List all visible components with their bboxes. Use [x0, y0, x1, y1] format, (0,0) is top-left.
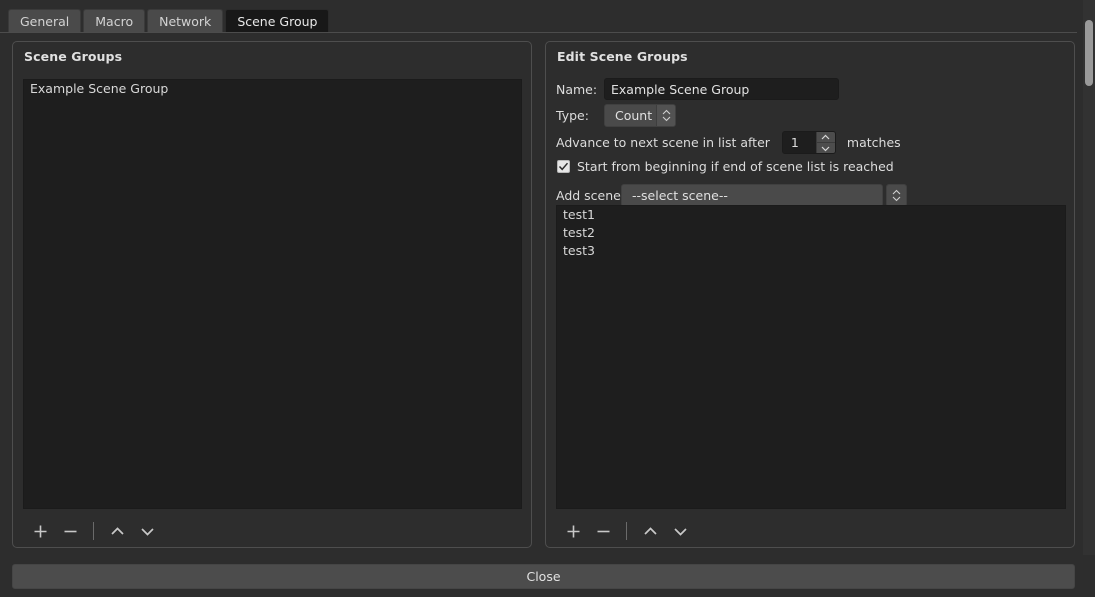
- move-scene-group-up-button[interactable]: [102, 517, 132, 545]
- tab-scene-group-label: Scene Group: [237, 14, 317, 29]
- tab-macro-label: Macro: [95, 14, 133, 29]
- spin-down-icon[interactable]: [817, 142, 835, 153]
- tab-general-label: General: [20, 14, 69, 29]
- add-scene-select-value: --select scene--: [622, 185, 882, 206]
- list-item[interactable]: test2: [557, 224, 1065, 242]
- scene-groups-title: Scene Groups: [24, 49, 122, 64]
- advance-suffix-label: matches: [847, 135, 901, 150]
- add-scene-select[interactable]: --select scene--: [621, 184, 883, 207]
- add-scene-label: Add scene: [556, 188, 621, 203]
- check-icon: [558, 161, 569, 172]
- tab-scene-group[interactable]: Scene Group: [225, 9, 329, 32]
- name-input[interactable]: Example Scene Group: [604, 78, 839, 100]
- list-item[interactable]: test3: [557, 242, 1065, 260]
- spin-up-icon[interactable]: [817, 132, 835, 142]
- vertical-scrollbar-thumb[interactable]: [1085, 20, 1093, 86]
- edit-scene-groups-title: Edit Scene Groups: [557, 49, 688, 64]
- scene-groups-toolbar: [25, 516, 162, 546]
- chevron-up-icon: [642, 523, 659, 540]
- restart-checkbox-row[interactable]: Start from beginning if end of scene lis…: [557, 159, 894, 174]
- scene-groups-list[interactable]: Example Scene Group: [23, 79, 522, 509]
- advance-count-value: 1: [783, 132, 816, 153]
- chevron-down-icon: [139, 523, 156, 540]
- add-scene-group-button[interactable]: [25, 517, 55, 545]
- list-item[interactable]: Example Scene Group: [24, 80, 521, 98]
- tab-network[interactable]: Network: [147, 9, 223, 32]
- add-scene-button[interactable]: [558, 517, 588, 545]
- add-scene-select-arrow-button[interactable]: [886, 184, 907, 207]
- edit-scene-groups-panel: Edit Scene Groups Name: Example Scene Gr…: [545, 41, 1075, 548]
- advance-row: Advance to next scene in list after 1 ma…: [556, 131, 901, 154]
- vertical-scrollbar[interactable]: [1083, 0, 1095, 555]
- remove-scene-button[interactable]: [588, 517, 618, 545]
- tab-network-label: Network: [159, 14, 211, 29]
- chevron-updown-icon: [656, 105, 675, 126]
- tab-list: General Macro Network Scene Group: [8, 9, 329, 32]
- name-label: Name:: [556, 82, 604, 97]
- scene-list[interactable]: test1 test2 test3: [556, 205, 1066, 509]
- toolbar-separator: [626, 522, 627, 540]
- scene-groups-panel: Scene Groups Example Scene Group: [12, 41, 532, 548]
- chevron-up-icon: [109, 523, 126, 540]
- name-row: Name: Example Scene Group: [556, 78, 839, 100]
- scene-list-toolbar: [558, 516, 695, 546]
- move-scene-down-button[interactable]: [665, 517, 695, 545]
- move-scene-up-button[interactable]: [635, 517, 665, 545]
- add-icon: [33, 524, 48, 539]
- advance-count-stepper[interactable]: 1: [782, 131, 836, 154]
- close-button-label: Close: [526, 569, 560, 584]
- list-item[interactable]: test1: [557, 206, 1065, 224]
- spinner-arrows[interactable]: [816, 132, 835, 153]
- advance-label: Advance to next scene in list after: [556, 135, 770, 150]
- add-scene-row: Add scene --select scene--: [556, 184, 907, 207]
- tab-general[interactable]: General: [8, 9, 81, 32]
- footer-bar: Close: [0, 555, 1095, 597]
- name-input-value: Example Scene Group: [611, 82, 749, 97]
- restart-checkbox-label: Start from beginning if end of scene lis…: [577, 159, 894, 174]
- remove-icon: [63, 524, 78, 539]
- tab-macro[interactable]: Macro: [83, 9, 145, 32]
- restart-checkbox[interactable]: [557, 160, 570, 173]
- move-scene-group-down-button[interactable]: [132, 517, 162, 545]
- add-icon: [566, 524, 581, 539]
- remove-scene-group-button[interactable]: [55, 517, 85, 545]
- type-select[interactable]: Count: [604, 104, 676, 127]
- type-row: Type: Count: [556, 104, 676, 127]
- toolbar-separator: [93, 522, 94, 540]
- type-select-value: Count: [605, 105, 656, 126]
- chevron-down-icon: [672, 523, 689, 540]
- type-label: Type:: [556, 108, 604, 123]
- tab-bar-underline: [0, 32, 1077, 33]
- tab-bar: General Macro Network Scene Group: [0, 0, 1095, 33]
- remove-icon: [596, 524, 611, 539]
- close-button[interactable]: Close: [12, 564, 1075, 589]
- chevron-updown-icon: [887, 185, 906, 206]
